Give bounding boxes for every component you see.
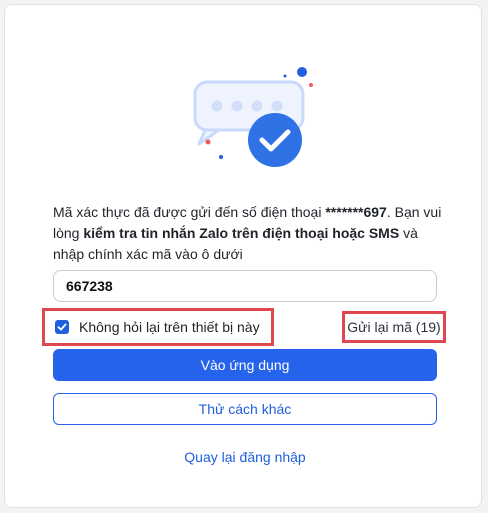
verification-message: Mã xác thực đã được gửi đến số điện thoạ… <box>53 202 445 265</box>
decor-dot <box>283 74 287 78</box>
verification-code-input[interactable] <box>53 270 437 302</box>
message-text: Mã xác thực đã được gửi đến số điện thoạ… <box>53 204 326 220</box>
decor-dot <box>309 83 313 87</box>
resend-code-button[interactable]: Gửi lại mã (19) <box>342 311 446 343</box>
decor-dot <box>205 139 211 145</box>
try-other-method-button[interactable]: Thử cách khác <box>53 393 437 425</box>
bubble-dot <box>211 100 223 112</box>
remember-device-checkbox[interactable]: Không hỏi lại trên thiết bị này <box>42 308 274 346</box>
verified-message-icon <box>193 67 313 167</box>
decor-dot <box>297 67 307 77</box>
masked-phone: *******697 <box>325 204 387 220</box>
back-to-login-link[interactable]: Quay lại đăng nhập <box>53 449 437 465</box>
bubble-dot <box>231 100 243 112</box>
remember-device-label: Không hỏi lại trên thiết bị này <box>79 319 260 335</box>
verification-card: Mã xác thực đã được gửi đến số điện thoạ… <box>4 4 482 508</box>
decor-dot <box>219 155 223 159</box>
enter-app-button[interactable]: Vào ứng dụng <box>53 349 437 381</box>
bubble-dot <box>271 100 283 112</box>
checkmark-icon[interactable] <box>55 320 69 334</box>
message-emphasis: kiểm tra tin nhắn Zalo trên điện thoại h… <box>83 225 400 241</box>
check-badge <box>248 113 302 167</box>
bubble-dot <box>251 100 263 112</box>
